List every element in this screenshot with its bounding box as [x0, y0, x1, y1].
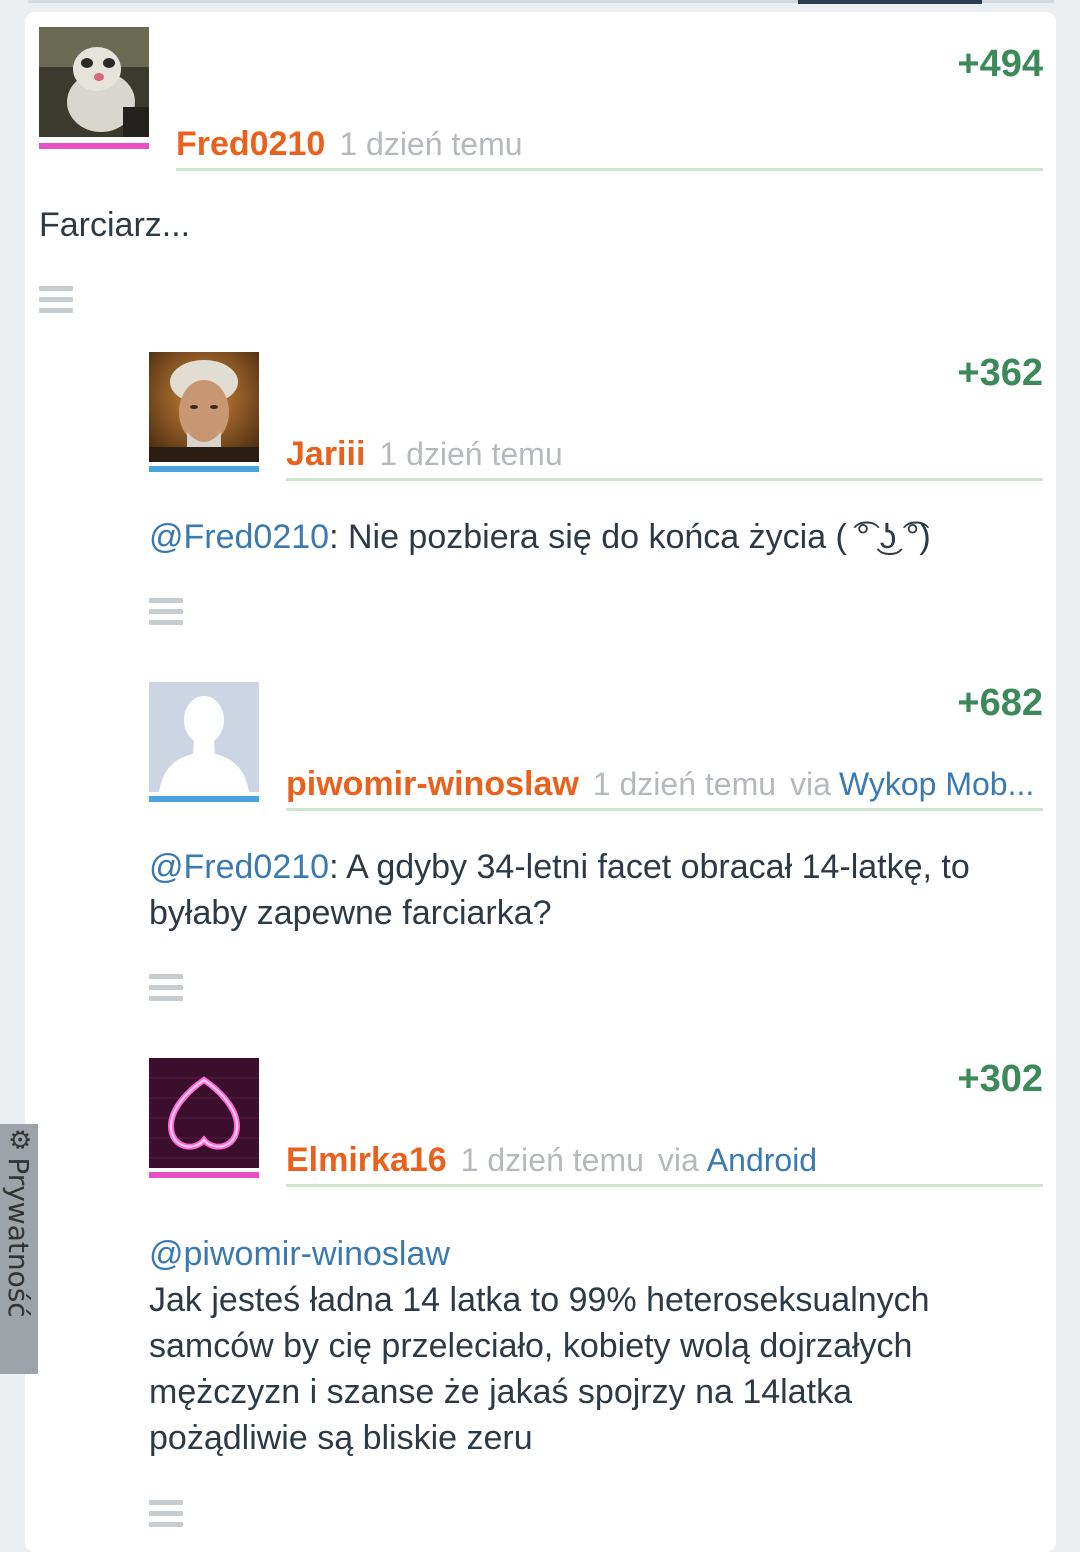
- comment-meta: Fred0210 1 dzień temu: [176, 120, 1043, 171]
- comment-meta: Jariii 1 dzień temu: [286, 430, 1043, 481]
- user-mention-link[interactable]: @Fred0210: [149, 848, 329, 886]
- avatar-sex-bar: [149, 1172, 259, 1178]
- gear-icon: ⚙: [4, 1128, 34, 1152]
- old-man-avatar[interactable]: [149, 352, 259, 462]
- neon-heart-avatar[interactable]: [149, 1058, 259, 1168]
- author-name[interactable]: Elmirka16: [286, 1141, 447, 1180]
- author-name[interactable]: Jariii: [286, 435, 365, 474]
- vote-score[interactable]: +682: [957, 682, 1043, 725]
- timestamp[interactable]: 1 dzień temu: [339, 126, 522, 163]
- comment-text: byłaby zapewne farciarka?: [149, 894, 552, 932]
- comment-body: @piwomir-winoslaw Jak jesteś ładna 14 la…: [149, 1231, 1043, 1461]
- comment-meta: piwomir-winoslaw 1 dzień temu via Wykop …: [286, 760, 1043, 811]
- via-app-link[interactable]: Android: [707, 1142, 817, 1179]
- avatar-sex-bar: [39, 143, 149, 149]
- silhouette-avatar[interactable]: [149, 682, 259, 792]
- comment-body: @Fred0210: Nie pozbiera się do końca życ…: [149, 514, 1039, 560]
- ferret-avatar[interactable]: [39, 27, 149, 137]
- timestamp[interactable]: 1 dzień temu: [593, 766, 776, 803]
- comment-body: Farciarz...: [39, 206, 191, 244]
- author-name[interactable]: Fred0210: [176, 125, 325, 164]
- author-name[interactable]: piwomir-winoslaw: [286, 765, 579, 804]
- comment: +302 Elmirka16 1 dzień temu via Android …: [149, 1058, 1043, 1538]
- via-app-link[interactable]: Wykop Mob...: [839, 766, 1034, 803]
- comment-menu-icon[interactable]: [149, 1500, 183, 1530]
- comment-text-line: samców by cię przeleciało, kobiety wolą …: [149, 1327, 913, 1365]
- comment-menu-icon[interactable]: [39, 286, 73, 316]
- comment-body: @Fred0210: A gdyby 34-letni facet obraca…: [149, 844, 1043, 936]
- avatar-sex-bar: [149, 796, 259, 802]
- comment: +494 Fred0210 1 dzień temu Farciarz...: [39, 27, 1043, 327]
- timestamp[interactable]: 1 dzień temu: [379, 436, 562, 473]
- comment-text-line: Jak jesteś ładna 14 latka to 99% heteros…: [149, 1281, 930, 1319]
- comment-text: : Nie pozbiera się do końca życia ( ͡° ͜…: [329, 518, 931, 556]
- user-mention-link[interactable]: @piwomir-winoslaw: [149, 1231, 1043, 1277]
- privacy-label: Prywatność: [2, 1157, 36, 1318]
- comment: +362 Jariii 1 dzień temu @Fred0210: Nie …: [149, 352, 1043, 652]
- vote-score[interactable]: +494: [957, 43, 1043, 86]
- via-label: via: [790, 765, 831, 802]
- timestamp[interactable]: 1 dzień temu: [461, 1142, 644, 1179]
- comment-menu-icon[interactable]: [149, 974, 183, 1004]
- privacy-settings-tab[interactable]: ⚙ Prywatność: [0, 1124, 38, 1374]
- comment-text: : A gdyby 34-letni facet obracał 14-latk…: [329, 848, 970, 886]
- comment: +682 piwomir-winoslaw 1 dzień temu via W…: [149, 682, 1043, 1012]
- comment-thread: +494 Fred0210 1 dzień temu Farciarz... +…: [25, 12, 1056, 1552]
- via-label: via: [657, 1141, 699, 1178]
- vote-score[interactable]: +362: [957, 352, 1043, 395]
- comment-text-line: mężczyzn i szanse że jakaś spojrzy na 14…: [149, 1373, 852, 1411]
- user-mention-link[interactable]: @Fred0210: [149, 518, 329, 556]
- comment-menu-icon[interactable]: [149, 598, 183, 628]
- comment-text-line: pożądliwie są bliskie zeru: [149, 1419, 533, 1457]
- active-tab-indicator: [798, 0, 982, 4]
- avatar-sex-bar: [149, 466, 259, 472]
- vote-score[interactable]: +302: [957, 1058, 1043, 1101]
- comment-meta: Elmirka16 1 dzień temu via Android: [286, 1136, 1043, 1187]
